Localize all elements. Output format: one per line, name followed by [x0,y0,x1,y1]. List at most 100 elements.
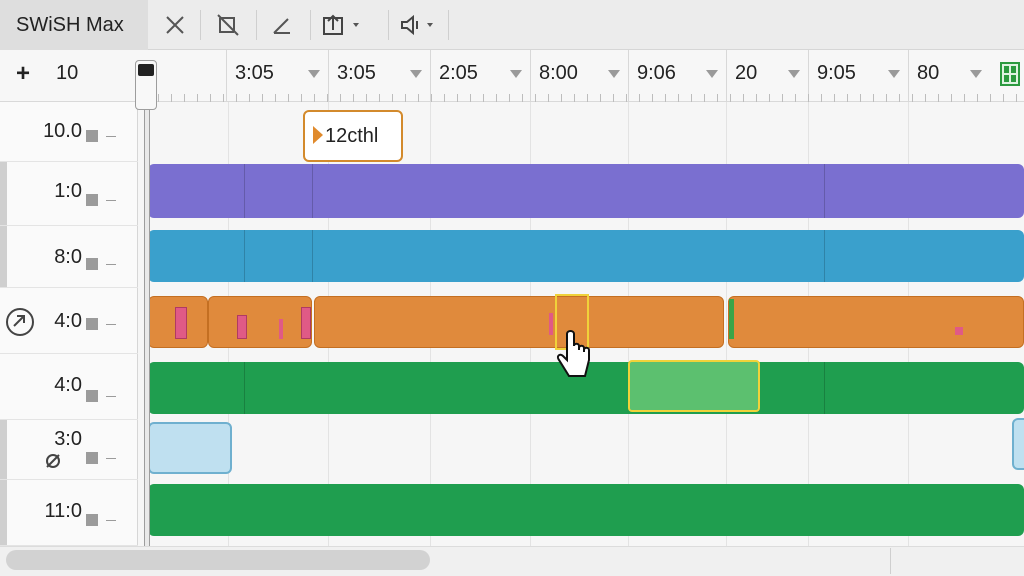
divider [106,520,116,521]
angle-icon[interactable] [266,8,298,42]
playhead-cap [138,64,154,76]
toolbar-divider [448,10,449,40]
track-toggle[interactable] [86,258,98,270]
timeline-clip[interactable] [148,164,1024,218]
ruler-minor-ticks [158,94,1024,102]
track-headers: 10.0 1:0 8:0 4:0 4:0 3:0 11:0 [0,102,138,546]
divider [106,136,116,137]
ruler-tick-label: 2:05 [439,62,478,84]
no-bounds-icon[interactable] [212,8,244,42]
keyframe[interactable] [237,315,247,339]
clip-split [312,164,313,218]
track-label: 4:0 [54,374,82,396]
ruler-tick-label: 80 [917,62,940,84]
divider [106,458,116,459]
scrollbar-divider [890,548,891,574]
track-label: 3:0 [54,428,82,450]
scrollbar-thumb[interactable] [6,550,430,570]
track-accent [0,226,7,287]
track-header[interactable]: 8:0 [0,226,138,288]
chevron-down-icon[interactable] [706,70,718,78]
timeline-clip[interactable] [148,422,232,474]
track-header[interactable]: 3:0 [0,420,138,480]
ruler-tick-label: 9:05 [817,62,856,84]
track-label: 4:0 [54,310,82,332]
clip-split [824,230,825,282]
timeline-area[interactable] [138,102,1024,546]
track-toggle[interactable] [86,130,98,142]
close-icon[interactable] [160,8,190,42]
keyframe[interactable] [301,307,311,339]
ruler-tick-label: 9:06 [637,62,676,84]
hidden-icon[interactable] [44,452,62,475]
toolbar-divider [256,10,257,40]
clip-split [244,164,245,218]
timeline-clip[interactable] [208,296,312,348]
timeline-clip[interactable] [1012,418,1024,470]
track-header[interactable]: 10.0 [0,102,138,162]
track-header[interactable]: 4:0 [0,354,138,420]
track-header[interactable]: 1:0 [0,162,138,226]
divider [106,324,116,325]
toolbar-divider [310,10,311,40]
sound-dropdown-icon[interactable] [398,8,442,42]
chevron-down-icon[interactable] [888,70,900,78]
chevron-down-icon[interactable] [608,70,620,78]
keyframe[interactable] [729,299,734,339]
track-accent [0,420,7,479]
track-label: 10.0 [43,120,82,142]
timeline-clip[interactable] [314,296,724,348]
divider [106,396,116,397]
selected-clip[interactable] [628,360,760,412]
chevron-down-icon[interactable] [970,70,982,78]
track-header[interactable]: 4:0 [0,288,138,354]
chevron-down-icon[interactable] [410,70,422,78]
chevron-down-icon[interactable] [788,70,800,78]
hand-cursor-icon [553,330,593,386]
ruler-tick-label: 8:00 [539,62,578,84]
ruler-tick-label: 3:05 [235,62,274,84]
toolbar-divider [200,10,201,40]
timeline-clip[interactable] [148,296,208,348]
track-accent [0,480,7,545]
track-header[interactable]: 11:0 [0,480,138,546]
zoom-value[interactable]: 10 [56,62,78,85]
export-dropdown-icon[interactable] [320,8,370,42]
chevron-down-icon[interactable] [308,70,320,78]
track-accent [0,162,7,225]
timeline-clip[interactable] [148,484,1024,536]
grid-view-icon[interactable] [1000,62,1020,86]
playhead-handle[interactable] [135,60,157,110]
track-label: 11:0 [44,500,82,522]
clip-split [244,230,245,282]
marker-flag-icon [313,126,323,144]
track-toggle[interactable] [86,390,98,402]
ruler-tick-label: 3:05 [337,62,376,84]
ruler-tick-label: 20 [735,62,758,84]
track-toggle[interactable] [86,318,98,330]
divider [106,264,116,265]
playhead-line[interactable] [144,90,150,568]
link-icon[interactable] [4,306,36,343]
divider [106,200,116,201]
marker-label: 12cthl [325,125,379,147]
track-toggle[interactable] [86,514,98,526]
timeline-clip[interactable] [148,230,1024,282]
keyframe[interactable] [279,319,283,339]
track-toggle[interactable] [86,194,98,206]
timeline-clip[interactable] [728,296,1024,348]
add-track-button[interactable]: + [16,60,30,88]
app-title: SWiSH Max [0,0,148,50]
track-toggle[interactable] [86,452,98,464]
keyframe[interactable] [175,307,187,339]
track-label: 1:0 [54,180,82,202]
toolbar: SWiSH Max [0,0,1024,50]
keyframe[interactable] [955,327,963,335]
clip-split [244,362,245,414]
clip-split [824,164,825,218]
clip-split [312,230,313,282]
toolbar-divider [388,10,389,40]
timeline-marker[interactable]: 12cthl [303,110,403,162]
track-label: 8:0 [54,246,82,268]
chevron-down-icon[interactable] [510,70,522,78]
